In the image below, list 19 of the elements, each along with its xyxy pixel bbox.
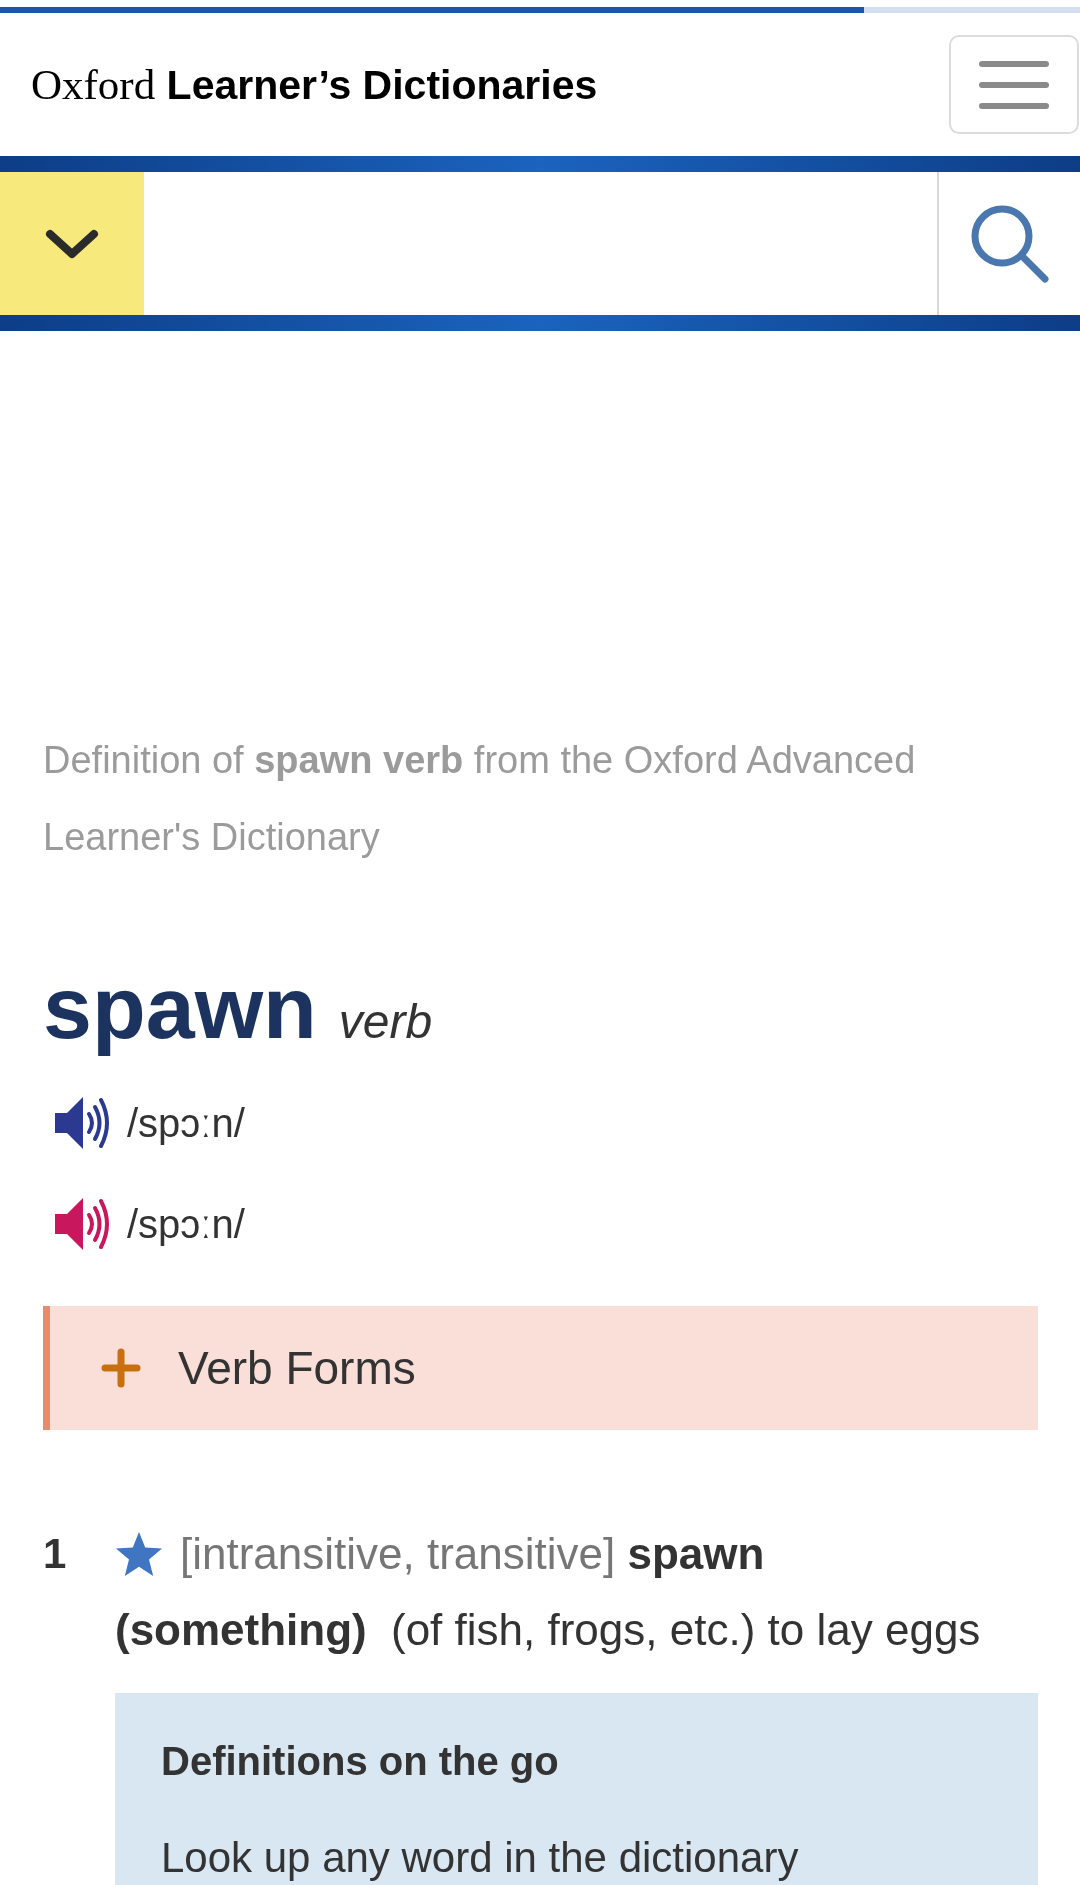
- pronunciation: /spɔːn/: [127, 1100, 245, 1146]
- promo-title: Definitions on the go: [161, 1738, 560, 1785]
- menu-icon: [979, 59, 1049, 110]
- pronunciation: /spɔːn/: [127, 1201, 245, 1247]
- search-icon: [969, 203, 1050, 284]
- part-of-speech: verb: [338, 994, 433, 1049]
- plus-icon: [101, 1348, 141, 1388]
- chevron-down-icon: [45, 228, 99, 259]
- promo-text: Look up any word in the dictionary: [161, 1833, 800, 1883]
- dropdown-button[interactable]: [0, 172, 144, 315]
- sense-definition: [intransitive, transitive] spawn (something) (of fish, frogs, etc.) to lay eggs: [115, 1528, 982, 1656]
- headword: spawn: [43, 960, 317, 1056]
- source-line: Definition of spawn verb from the Oxford Advanced Learner's Dictionary: [43, 738, 917, 860]
- site-logo[interactable]: Oxford Learner’s Dictionaries: [31, 60, 598, 109]
- sense-number: 1: [43, 1530, 67, 1577]
- search-button[interactable]: [937, 172, 1080, 315]
- search-field[interactable]: [144, 172, 937, 315]
- menu-button[interactable]: [949, 35, 1079, 134]
- verb-forms-toggle[interactable]: Verb Forms: [43, 1306, 1038, 1430]
